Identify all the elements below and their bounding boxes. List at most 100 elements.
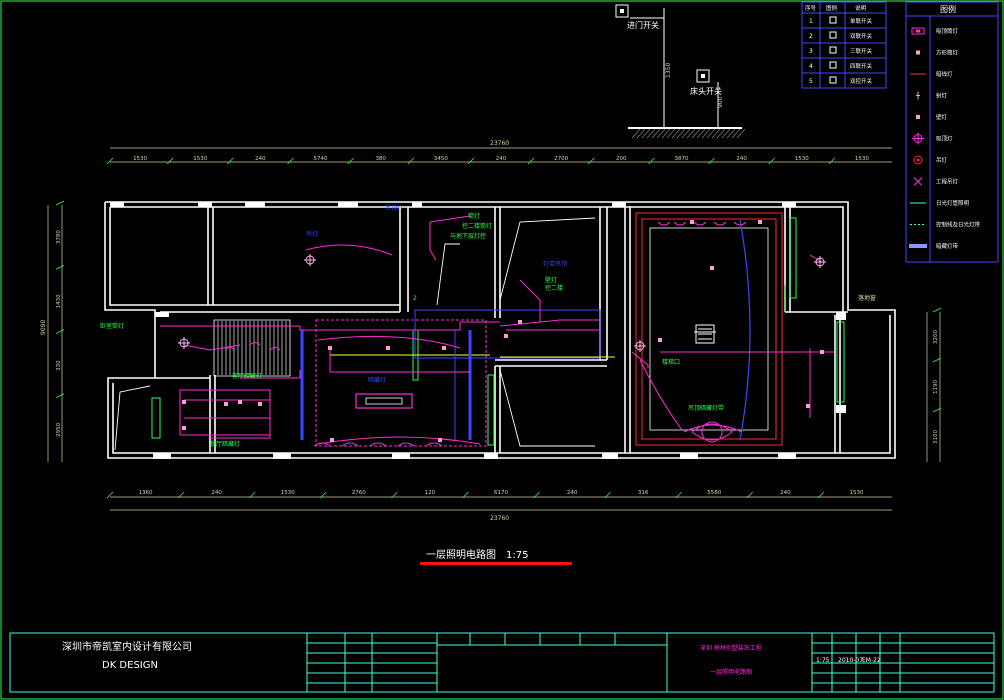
project-name: 深圳 梅林别墅装饰工程 (700, 644, 762, 652)
switch-table-header-desc: 说明 (855, 4, 867, 12)
legend-label: 射灯 (936, 92, 948, 100)
dimension-value: 3200 (933, 330, 939, 344)
legend-label: 壁灯 (936, 113, 948, 121)
bedside-switch-label: 床头开关 (690, 86, 722, 96)
dimension-value: 380 (375, 156, 386, 162)
legend-label: 方形筒灯 (936, 49, 959, 57)
downlight (820, 350, 824, 354)
switch-icon (829, 31, 837, 39)
legend-label: 吸顶灯 (936, 135, 953, 143)
downlight (710, 266, 714, 270)
legend-symbol (916, 115, 920, 119)
hatch-line (651, 128, 661, 139)
switch-table: 序号 图例 说明 1 单联开关 2 双联开关 3 三联开关 4 四联开关 5 双控开关 (801, 1, 887, 89)
dimension-value: 1530 (281, 490, 295, 496)
switch-table-num: 5 (809, 78, 813, 85)
downlight (658, 338, 662, 342)
dimension-value: 316 (638, 490, 649, 496)
cad-drawing-canvas: 进门开关 床头开关 1350 900 23760 23760 9090 1530… (0, 0, 1004, 700)
sheet-name: 一层照明电路图 (710, 668, 752, 676)
dimension-value: 240 (255, 156, 266, 162)
switch-table-num: 2 (809, 33, 813, 40)
note-bedroom-downlight: 卧室筒灯 (100, 322, 124, 330)
stair-light (249, 342, 261, 346)
downlight (806, 404, 810, 408)
overall-bottom-dim: 23760 (490, 515, 509, 522)
circuit-wires (160, 215, 835, 445)
hatch-line (736, 128, 746, 139)
dimension-value: 240 (780, 490, 791, 496)
company-name-cn: 深圳市帝凯室内设计有限公司 (62, 640, 192, 653)
sheet-number: EM-22 (862, 657, 881, 664)
legend-symbol (909, 244, 927, 248)
downlight (386, 346, 390, 350)
hatch-line (716, 128, 726, 139)
hatch-line (676, 128, 686, 139)
note-switch-2: 2 (413, 295, 417, 302)
legend-label: 吊灯 (936, 156, 948, 164)
dimension-value: 1530 (849, 490, 863, 496)
hatch-line (646, 128, 656, 139)
downlight (330, 438, 334, 442)
legend-title: 图例 (940, 4, 956, 14)
downlight (182, 426, 186, 430)
switch-table-desc: 双控开关 (850, 77, 873, 85)
dimension-tick (467, 157, 475, 165)
right-dimension-values: 3200 1190 3100 (933, 330, 939, 444)
dimension-value: 1530 (133, 156, 147, 162)
wall-washer (713, 221, 727, 226)
sheet-date: 2010-07 (838, 657, 863, 664)
switch-table-header-icon: 图例 (826, 4, 838, 12)
dimension-tick (527, 157, 535, 165)
downlight (182, 400, 186, 404)
dimension-value: 1530 (855, 156, 869, 162)
legend-label: 控制线及日光灯带 (936, 221, 981, 229)
switch-table-desc: 四联开关 (850, 62, 873, 70)
downlight (690, 220, 694, 224)
switch-icon (829, 16, 837, 24)
legend-label: 工程吊灯 (936, 178, 959, 186)
switch-table-desc: 单联开关 (850, 17, 873, 25)
downlight (258, 402, 262, 406)
downlight (438, 438, 442, 442)
dimension-value: 6170 (494, 490, 508, 496)
dimension-value: 200 (616, 156, 627, 162)
dimension-tick (287, 157, 294, 165)
downlight (504, 334, 508, 338)
hatch-line (686, 128, 696, 139)
dimension-value: 240 (496, 156, 507, 162)
legend-symbol (916, 29, 920, 33)
switch-table-desc: 双联开关 (850, 32, 873, 40)
hatch-line (701, 128, 711, 139)
note-ceiling-strip: 吊顶暗藏灯带 (688, 404, 724, 412)
dimension-value: 1190 (933, 380, 939, 394)
sheet-scale: 1:75 (816, 657, 830, 664)
dimension-value: 5740 (314, 156, 328, 162)
switch-icon (829, 76, 837, 84)
hatch-line (641, 128, 651, 139)
note-downlight: 筒灯 (468, 212, 480, 220)
note-strip-ceiling: 灯带吊顶 (543, 260, 567, 268)
dimension-value: 3450 (434, 156, 448, 162)
dimension-value: 1530 (193, 156, 207, 162)
downlight (328, 346, 332, 350)
floor-hatch (631, 128, 746, 139)
note-living-hidden: 客厅暗藏灯 (232, 372, 262, 380)
dimension-value: 120 (425, 490, 436, 496)
legend-label: 日光灯管照明 (936, 199, 970, 207)
dimension-value: 240 (567, 490, 578, 496)
note-2f: 控二楼 (545, 284, 563, 292)
stair-outline (213, 319, 291, 377)
downlight (518, 320, 522, 324)
note-2f-control: 控二楼筒灯 (462, 222, 492, 230)
hatch-line (631, 128, 641, 139)
dimension-value: 2760 (352, 490, 366, 496)
dimension-value: 1360 (139, 490, 153, 496)
dimension-value: 3100 (933, 430, 939, 444)
note-pendant: 吊灯 (306, 230, 318, 238)
wall-washer (657, 221, 671, 226)
switch-table-header-num: 序号 (805, 4, 817, 12)
bottom-dimension-values: 1360 240 1530 2760 120 6170 240 316 5580 240 1530 (139, 490, 864, 496)
dimension-tick (166, 157, 174, 165)
dimension-value: 1530 (795, 156, 809, 162)
